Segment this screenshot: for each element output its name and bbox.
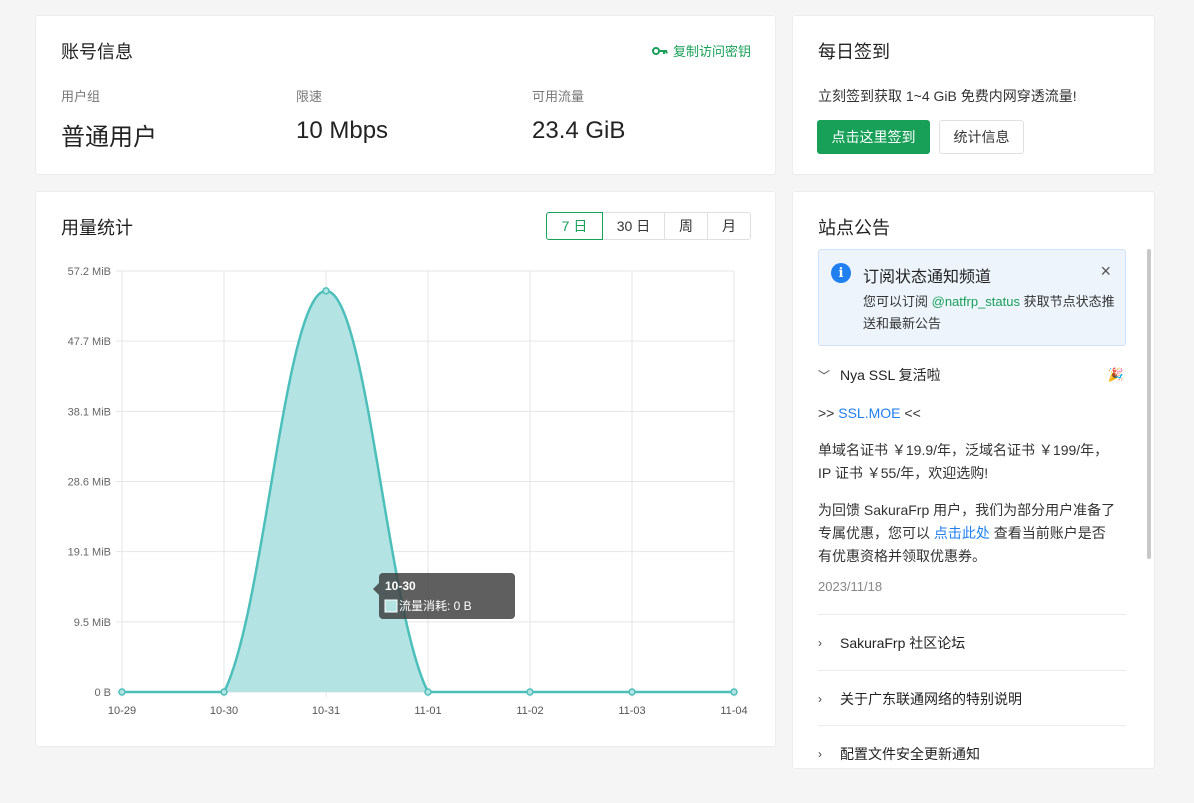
data-point	[424, 688, 432, 696]
notice-title: 站点公告	[818, 218, 890, 238]
chevron-right-icon: ›	[818, 636, 822, 650]
x-tick-label: 11-04	[720, 705, 747, 717]
checkin-button[interactable]: 点击这里签到	[817, 120, 930, 154]
data-point	[730, 688, 738, 696]
y-tick-label: 28.6 MiB	[68, 477, 111, 489]
announcement-title: SakuraFrp 社区论坛	[840, 635, 966, 651]
chevron-right-icon: ›	[818, 692, 822, 706]
announcement-header-collapsed[interactable]: › 配置文件安全更新通知	[818, 744, 1126, 764]
tooltip-swatch	[384, 599, 398, 613]
data-point	[322, 287, 330, 295]
click-here-link[interactable]: 点击此处	[934, 525, 990, 541]
stat-value: 23.4 GiB	[532, 117, 626, 144]
stat-speed-limit: 限速 10 Mbps	[296, 86, 388, 145]
alert-body: 您可以订阅 @natfrp_status 获取节点状态推送和最新公告	[863, 291, 1118, 335]
x-tick-label: 10-29	[108, 705, 136, 717]
chevron-right-icon: ›	[818, 747, 822, 761]
subscribe-alert: i 订阅状态通知频道 × 您可以订阅 @natfrp_status 获取节点状态…	[818, 249, 1126, 346]
announcement-header-collapsed[interactable]: › SakuraFrp 社区论坛	[818, 633, 1126, 653]
stat-label: 限速	[296, 89, 323, 104]
y-tick-label: 57.2 MiB	[68, 266, 111, 278]
x-tick-label: 11-02	[516, 705, 543, 717]
x-tick-label: 11-03	[618, 705, 645, 717]
y-tick-label: 47.7 MiB	[68, 336, 111, 348]
y-tick-label: 38.1 MiB	[68, 406, 111, 418]
x-tick-label: 11-01	[414, 705, 441, 717]
party-icon: 🎉	[1107, 367, 1124, 382]
ssl-moe-link[interactable]: SSL.MOE	[838, 405, 900, 421]
divider	[818, 670, 1126, 671]
close-icon[interactable]: ×	[1100, 261, 1111, 282]
link-prefix: >>	[818, 405, 839, 421]
y-tick-label: 9.5 MiB	[74, 617, 111, 629]
stat-user-group: 用户组 普通用户	[61, 86, 157, 152]
copy-access-key-button[interactable]: 复制访问密钥	[651, 41, 751, 60]
status-channel-link[interactable]: @natfrp_status	[932, 294, 1020, 309]
alert-body-prefix: 您可以订阅	[863, 294, 932, 309]
announcement-title: Nya SSL 复活啦	[840, 367, 941, 383]
data-point	[628, 688, 636, 696]
data-point	[220, 688, 228, 696]
stat-value: 普通用户	[61, 124, 157, 151]
y-tick-label: 0 B	[94, 687, 111, 699]
announcement-paragraph: 单域名证书 ￥19.9/年，泛域名证书 ￥199/年，IP 证书 ￥55/年，欢…	[818, 442, 1109, 481]
chevron-down-icon: ﹀	[818, 368, 831, 383]
statistics-button[interactable]: 统计信息	[939, 120, 1024, 154]
announcement-date: 2023/11/18	[818, 579, 883, 594]
link-suffix: <<	[900, 405, 921, 421]
account-card: 账号信息 复制访问密钥 用户组 普通用户 限速 10 Mbps 可用流量 23.…	[35, 15, 776, 175]
stat-label: 可用流量	[532, 89, 585, 104]
announcement-title: 关于广东联通网络的特别说明	[840, 691, 1022, 707]
checkin-card: 每日签到 立刻签到获取 1~4 GiB 免费内网穿透流量! 点击这里签到 统计信…	[792, 15, 1155, 175]
announcement-header-collapsed[interactable]: › 关于广东联通网络的特别说明	[818, 689, 1126, 709]
x-tick-label: 10-31	[312, 705, 340, 717]
notice-card: 站点公告 i 订阅状态通知频道 × 您可以订阅 @natfrp_status 获…	[792, 191, 1155, 769]
checkin-title: 每日签到	[818, 42, 890, 62]
copy-access-key-label: 复制访问密钥	[672, 44, 751, 59]
y-tick-label: 19.1 MiB	[68, 547, 111, 559]
data-point	[526, 688, 534, 696]
stat-available-traffic: 可用流量 23.4 GiB	[532, 86, 625, 145]
chart-tooltip: 10-30 流量消耗: 0 B	[373, 573, 515, 619]
alert-title: 订阅状态通知频道	[863, 269, 992, 286]
announcement-header-expanded[interactable]: ﹀ Nya SSL 复活啦 🎉	[818, 365, 1126, 385]
stat-value: 10 Mbps	[296, 117, 389, 144]
divider	[818, 725, 1126, 726]
x-tick-label: 10-30	[210, 705, 238, 717]
tooltip-value: 流量消耗: 0 B	[399, 599, 472, 613]
range-7-days[interactable]: 7 日	[546, 212, 603, 240]
account-title: 账号信息	[61, 42, 133, 62]
checkin-description: 立刻签到获取 1~4 GiB 免费内网穿透流量!	[818, 88, 1077, 104]
key-icon	[651, 46, 668, 55]
announcement-title: 配置文件安全更新通知	[840, 746, 980, 762]
usage-chart[interactable]: 57.2 MiB 47.7 MiB 38.1 MiB 28.6 MiB 19.1 MiB…	[36, 192, 777, 748]
divider	[818, 614, 1126, 615]
info-icon: i	[831, 263, 851, 283]
ssl-link-line: >> SSL.MOE <<	[818, 402, 1118, 425]
announcement-paragraph: 为回馈 SakuraFrp 用户，我们为部分用户准备了专属优惠，您可以 点击此处…	[818, 499, 1118, 568]
stat-label: 用户组	[61, 89, 101, 104]
scrollbar[interactable]	[1147, 249, 1151, 559]
tooltip-title: 10-30	[385, 579, 416, 593]
usage-card: 用量统计 7 日 30 日 周 月 57.2 MiB 47.7 MiB 38.1 M…	[35, 191, 776, 747]
data-point	[118, 688, 126, 696]
